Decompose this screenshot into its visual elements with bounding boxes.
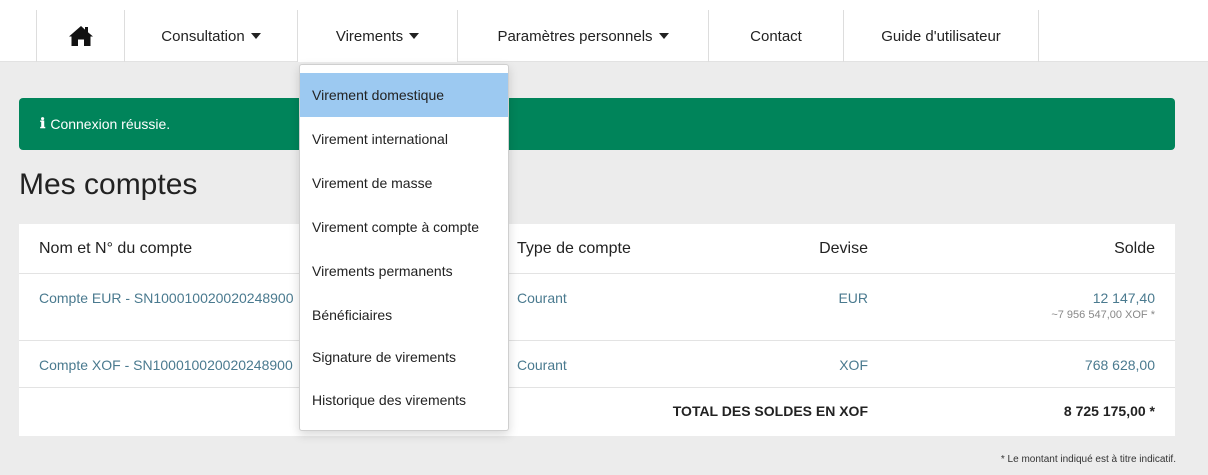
caret-down-icon — [658, 33, 669, 39]
nav-consultation-label: Consultation — [161, 27, 245, 45]
nav-parametres[interactable]: Paramètres personnels — [458, 10, 709, 62]
account-name-link[interactable]: Compte EUR - SN100010020020248900 — [39, 290, 294, 306]
menu-item-historique-des-virements[interactable]: Historique des virements — [300, 378, 508, 422]
nav-virements-label: Virements — [335, 27, 404, 45]
account-balance-converted: ~7 956 547,00 XOF * — [1051, 309, 1155, 321]
nav-parametres-label: Paramètres personnels — [497, 27, 653, 45]
nav-guide-label: Guide d'utilisateur — [881, 27, 1001, 45]
success-alert: ℹ Connexion réussie. — [19, 98, 1175, 150]
home-icon — [68, 25, 94, 47]
row-divider — [19, 340, 1175, 341]
header-currency: Devise — [819, 240, 868, 257]
header-account-name: Nom et N° du compte — [39, 240, 193, 257]
menu-item-signature-de-virements[interactable]: Signature de virements — [300, 335, 508, 379]
account-type: Courant — [517, 290, 567, 306]
row-divider — [19, 387, 1175, 388]
virements-dropdown: Virement domestique Virement internation… — [299, 64, 509, 431]
info-icon: ℹ — [40, 116, 46, 132]
nav-virements[interactable]: Virements — [298, 10, 458, 62]
nav-consultation[interactable]: Consultation — [125, 10, 298, 62]
nav-contact-label: Contact — [750, 27, 802, 45]
menu-item-virement-de-masse[interactable]: Virement de masse — [300, 161, 508, 205]
caret-down-icon — [250, 33, 261, 39]
total-label: TOTAL DES SOLDES EN XOF — [672, 403, 868, 419]
account-currency: EUR — [838, 290, 868, 306]
menu-item-virement-international[interactable]: Virement international — [300, 117, 508, 161]
total-value: 8 725 175,00 * — [1063, 403, 1155, 419]
account-type: Courant — [517, 357, 567, 373]
menu-item-beneficiaires[interactable]: Bénéficiaires — [300, 293, 508, 337]
header-account-type: Type de compte — [517, 240, 631, 257]
page-title: Mes comptes — [19, 168, 198, 201]
account-currency: XOF — [839, 357, 868, 373]
row-divider — [19, 273, 1175, 274]
alert-text: Connexion réussie. — [50, 116, 171, 132]
nav-home[interactable] — [37, 10, 125, 62]
footnote: * Le montant indiqué est à titre indicat… — [1000, 454, 1176, 465]
menu-item-virement-domestique[interactable]: Virement domestique — [300, 73, 508, 117]
account-balance: 12 147,40 — [1092, 290, 1155, 306]
top-navbar: Consultation Virements Paramètres person… — [0, 0, 1208, 62]
nav-guide[interactable]: Guide d'utilisateur — [844, 10, 1039, 62]
header-balance: Solde — [1114, 240, 1155, 257]
menu-item-virement-compte-a-compte[interactable]: Virement compte à compte — [300, 205, 508, 249]
caret-down-icon — [409, 33, 420, 39]
menu-item-virements-permanents[interactable]: Virements permanents — [300, 249, 508, 293]
account-balance: 768 628,00 — [1084, 357, 1155, 373]
account-name-link[interactable]: Compte XOF - SN100010020020248900 — [39, 357, 293, 373]
nav-contact[interactable]: Contact — [709, 10, 844, 62]
